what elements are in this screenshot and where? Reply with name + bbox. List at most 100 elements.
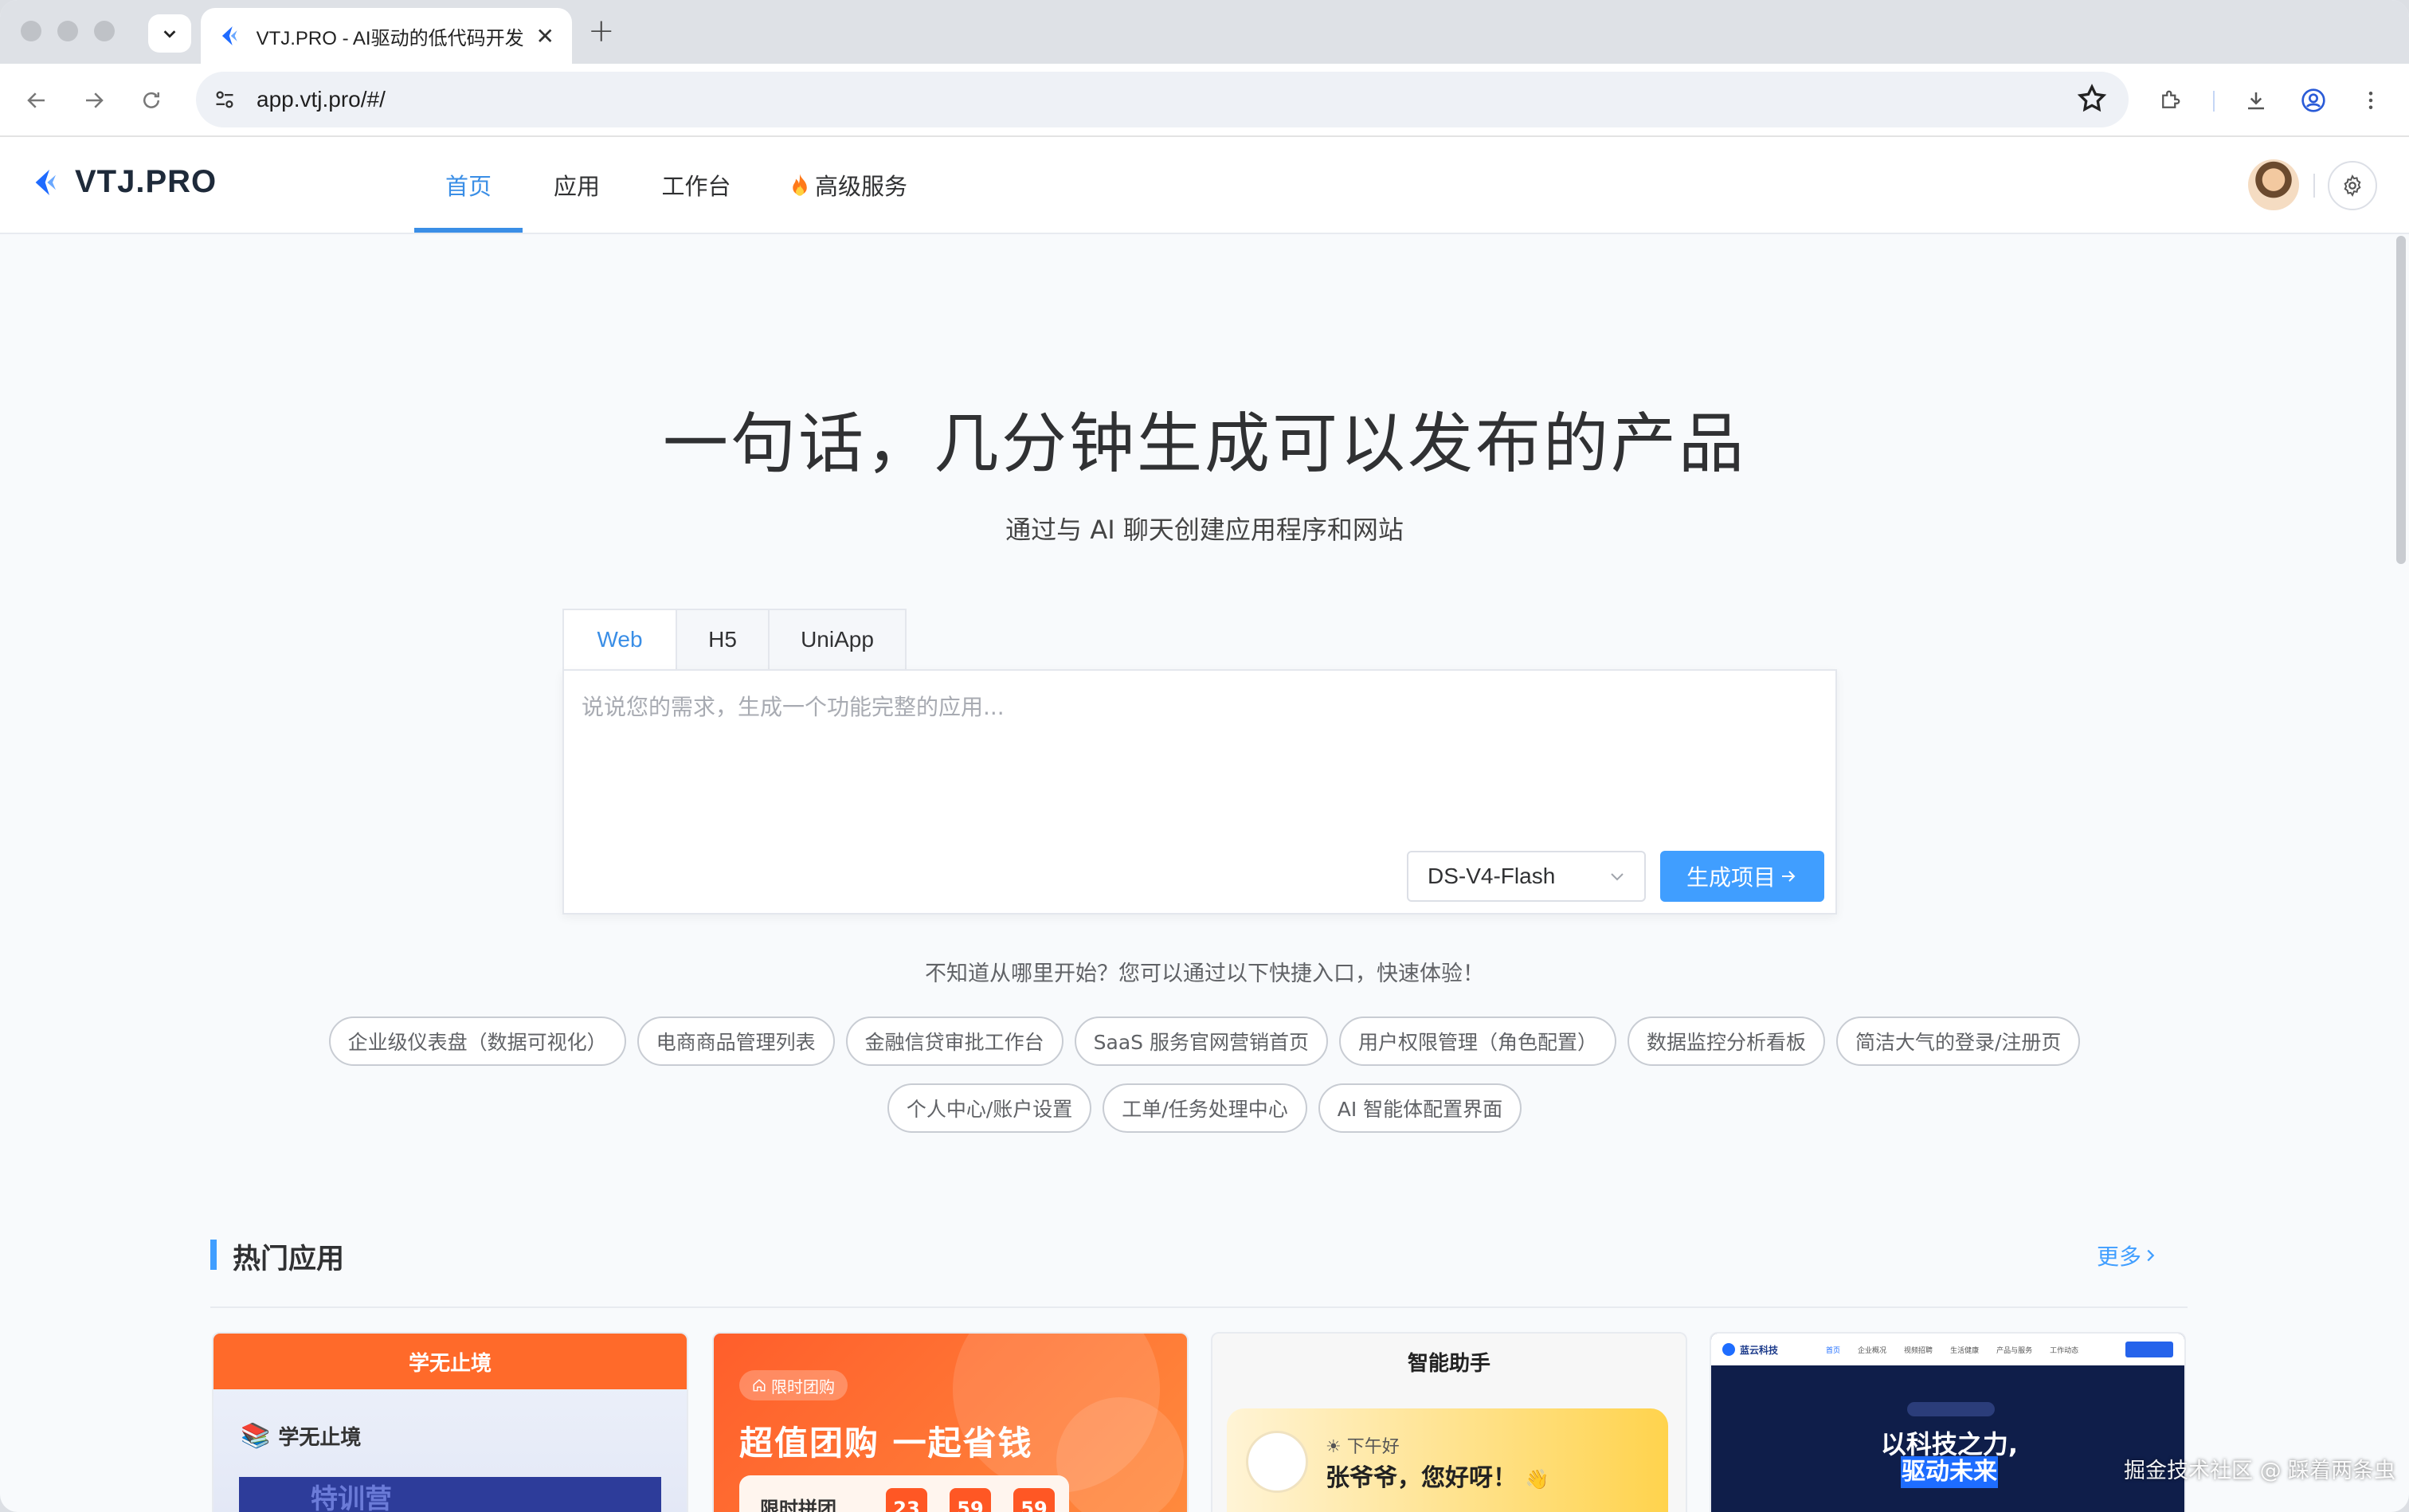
vtj-logo-icon — [35, 169, 56, 195]
account-circle-icon — [2301, 88, 2325, 112]
greeting-label: 下午好 — [1346, 1437, 1400, 1457]
model-value: DS-V4-Flash — [1428, 864, 1556, 888]
prompt-input-box[interactable]: 说说您的需求，生成一个功能完整的应用... DS-V4-Flash 生成项目 — [562, 669, 1837, 915]
card-panel: ☀ 下午好 张爷爷，您好呀！ 👋 — [1227, 1408, 1668, 1512]
nav-label: 高级服务 — [814, 173, 907, 200]
chip-ai-agent-config[interactable]: AI 智能体配置界面 — [1318, 1083, 1522, 1133]
greeting-name: 张爷爷，您好呀！ 👋 — [1326, 1458, 1549, 1493]
card-mini-nav: 蓝云科技 首页 企业概况 视频招聘 生活健康 产品与服务 工作动态 — [1711, 1334, 2184, 1365]
chip-saas-landing[interactable]: SaaS 服务官网营销首页 — [1074, 1016, 1328, 1066]
countdown-hours: 23 — [886, 1488, 927, 1512]
chip-credit-approval[interactable]: 金融信贷审批工作台 — [845, 1016, 1063, 1066]
site-settings-icon[interactable] — [209, 84, 241, 116]
tab-web[interactable]: Web — [562, 609, 677, 671]
avatar — [1246, 1431, 1308, 1493]
more-vert-icon — [2368, 92, 2373, 109]
mini-tag — [1907, 1402, 1995, 1416]
nav-premium-services[interactable]: 高级服务 — [781, 137, 916, 233]
header-divider — [2313, 174, 2315, 198]
chip-login-page[interactable]: 简洁大气的登录/注册页 — [1835, 1016, 2081, 1066]
mini-nav-item: 产品与服务 — [1996, 1346, 2033, 1355]
quick-start-hint: 不知道从哪里开始？您可以通过以下快捷入口，快速体验！ — [925, 962, 1484, 986]
mini-nav-item: 生活健康 — [1950, 1346, 1980, 1355]
extensions-button[interactable] — [2152, 83, 2188, 118]
card-banner: 特训营 — [239, 1477, 661, 1512]
countdown-seconds: 59 — [1013, 1488, 1055, 1512]
chip-product-list[interactable]: 电商商品管理列表 — [637, 1016, 835, 1066]
app-card-group-buy[interactable]: 限时团购 超值团购 一起省钱 限时拼团 23 59 59 — [712, 1332, 1189, 1512]
card-header: 学无止境 — [213, 1334, 687, 1389]
tab-title: VTJ.PRO - AI驱动的低代码开发 — [256, 27, 523, 49]
chip-account-settings[interactable]: 个人中心/账户设置 — [887, 1083, 1092, 1133]
tab-h5[interactable]: H5 — [676, 609, 770, 671]
mini-nav-item: 视频招聘 — [1904, 1346, 1933, 1355]
mini-nav-item: 工作动态 — [2050, 1346, 2079, 1355]
card-mini-logo: 蓝云科技 — [1722, 1343, 1778, 1357]
user-avatar[interactable] — [2248, 159, 2299, 210]
sun-icon: ☀ — [1326, 1437, 1342, 1457]
chip-permission-management[interactable]: 用户权限管理（角色配置） — [1338, 1016, 1616, 1066]
nav-home[interactable]: 首页 — [414, 137, 523, 233]
nav-workbench[interactable]: 工作台 — [647, 137, 746, 233]
profile-button[interactable] — [2296, 83, 2331, 118]
card-title-line2: 驱动未来 — [1901, 1456, 1998, 1488]
brand-name: VTJ.PRO — [75, 164, 217, 199]
puzzle-icon — [2162, 90, 2180, 108]
chip-enterprise-dashboard[interactable]: 企业级仪表盘（数据可视化） — [328, 1016, 626, 1066]
hero-subtitle: 通过与 AI 聊天创建应用程序和网站 — [1005, 515, 1404, 545]
fire-icon — [793, 174, 807, 196]
card-panel: 限时拼团 23 59 59 — [739, 1475, 1069, 1512]
watermark: 掘金技术社区 @ 踩着两条虫 — [2124, 1459, 2396, 1483]
bookmark-star-icon[interactable] — [2076, 83, 2108, 115]
app-header: VTJ.PRO 首页 应用 工作台 高级服务 — [0, 137, 2409, 234]
arrow-right-icon — [86, 92, 104, 108]
chip-ticket-center[interactable]: 工单/任务处理中心 — [1103, 1083, 1307, 1133]
more-label: 更多 — [2097, 1244, 2142, 1270]
platform-tabs: Web H5 UniApp — [562, 609, 907, 671]
app-card-assistant[interactable]: 智能助手 ☀ 下午好 张爷爷，您好呀！ 👋 — [1211, 1332, 1687, 1512]
generate-label: 生成项目 — [1686, 864, 1776, 891]
cloud-icon — [1722, 1343, 1735, 1356]
prompt-placeholder[interactable]: 说说您的需求，生成一个功能完整的应用... — [582, 690, 1005, 722]
model-select[interactable]: DS-V4-Flash — [1407, 851, 1646, 902]
back-button[interactable] — [19, 83, 54, 118]
arrow-left-icon — [27, 92, 45, 108]
reload-button[interactable] — [134, 83, 169, 118]
settings-button[interactable] — [2328, 161, 2377, 210]
browser-menu-button[interactable] — [2353, 83, 2388, 118]
tab-uniapp[interactable]: UniApp — [768, 609, 907, 671]
tab-search-button[interactable] — [148, 14, 191, 53]
window-minimize-button[interactable] — [57, 21, 78, 41]
card-subtitle: 📚 学无止境 — [241, 1421, 361, 1451]
chevron-down-icon — [1611, 873, 1624, 881]
mini-cta-button — [2125, 1342, 2173, 1357]
card-badge: 限时团购 — [739, 1370, 848, 1400]
nav-label: 首页 — [445, 173, 492, 200]
card-subtitle-text: 学无止境 — [278, 1426, 362, 1450]
tab-close-icon[interactable]: ✕ — [536, 23, 554, 49]
window-close-button[interactable] — [21, 21, 41, 41]
new-tab-button[interactable]: + — [588, 13, 615, 49]
card-badge-text: 限时团购 — [771, 1377, 835, 1396]
generate-project-button[interactable]: 生成项目 — [1660, 851, 1824, 902]
downloads-button[interactable] — [2239, 83, 2274, 118]
app-card-tech-site[interactable]: 蓝云科技 首页 企业概况 视频招聘 生活健康 产品与服务 工作动态 以科技之力,… — [1710, 1332, 2186, 1512]
mini-nav-item: 企业概况 — [1858, 1346, 1887, 1355]
url-text: app.vtj.pro/#/ — [257, 87, 386, 112]
brand-logo[interactable]: VTJ.PRO — [30, 164, 217, 200]
browser-tab-bar: VTJ.PRO - AI驱动的低代码开发 ✕ + — [0, 0, 2409, 64]
more-link[interactable]: 更多 — [2097, 1240, 2159, 1271]
forward-button[interactable] — [76, 83, 112, 118]
card-header: 智能助手 — [1407, 1351, 1490, 1376]
arrow-right-icon — [1782, 871, 1796, 882]
address-bar[interactable]: app.vtj.pro/#/ — [196, 72, 2129, 127]
home-icon — [753, 1379, 766, 1392]
chip-monitoring-board[interactable]: 数据监控分析看板 — [1627, 1016, 1825, 1066]
window-zoom-button[interactable] — [94, 21, 115, 41]
wave-icon: 👋 — [1525, 1468, 1549, 1490]
app-card-learning[interactable]: 学无止境 📚 学无止境 特训营 — [212, 1332, 688, 1512]
download-icon — [2248, 92, 2264, 110]
browser-tab[interactable]: VTJ.PRO - AI驱动的低代码开发 ✕ — [201, 8, 572, 64]
nav-apps[interactable]: 应用 — [535, 137, 618, 233]
section-divider — [210, 1306, 2188, 1308]
